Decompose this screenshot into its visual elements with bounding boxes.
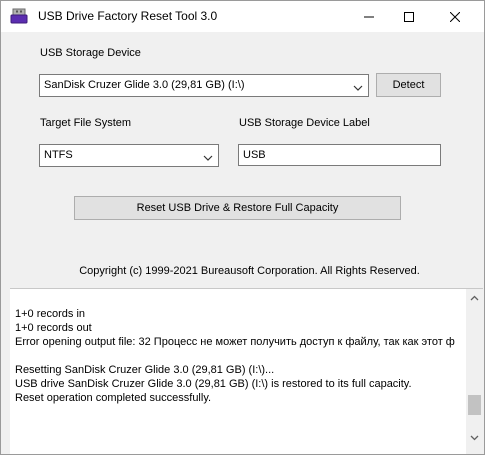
log-line: 1+0 records in	[15, 308, 86, 320]
log-line: USB drive SanDisk Cruzer Glide 3.0 (29,8…	[15, 378, 412, 390]
maximize-icon	[404, 11, 414, 22]
usb-device-select[interactable]: SanDisk Cruzer Glide 3.0 (29,81 GB) (I:\…	[39, 74, 369, 97]
chevron-down-icon	[470, 435, 479, 440]
detect-button-label: Detect	[392, 79, 425, 91]
usb-device-label: USB Storage Device	[40, 47, 141, 59]
close-button[interactable]	[432, 1, 478, 32]
window-title: USB Drive Factory Reset Tool 3.0	[38, 9, 218, 23]
file-system-label: Target File System	[40, 117, 132, 129]
chevron-down-icon	[203, 152, 213, 164]
minimize-icon	[364, 16, 374, 17]
log-output[interactable]: 1+0 records in 1+0 records out Error ope…	[10, 288, 483, 454]
log-lines: 1+0 records in 1+0 records out Error ope…	[15, 307, 457, 405]
log-line: Resetting SanDisk Cruzer Glide 3.0 (29,8…	[15, 364, 275, 376]
scrollbar-thumb[interactable]	[468, 395, 481, 415]
log-line: 1+0 records out	[15, 322, 92, 334]
file-system-selected-value: NTFS	[44, 149, 73, 161]
chevron-down-icon	[353, 82, 363, 94]
log-scrollbar[interactable]	[466, 289, 483, 454]
app-window: USB Drive Factory Reset Tool 3.0 USB Sto…	[0, 0, 485, 455]
file-system-select[interactable]: NTFS	[39, 144, 219, 167]
reset-usb-button-label: Reset USB Drive & Restore Full Capacity	[136, 202, 339, 214]
device-label-caption: USB Storage Device Label	[239, 117, 370, 129]
log-line: Reset operation completed successfully.	[15, 392, 212, 404]
reset-usb-button[interactable]: Reset USB Drive & Restore Full Capacity	[74, 196, 401, 220]
detect-button[interactable]: Detect	[376, 73, 441, 97]
maximize-button[interactable]	[386, 1, 432, 32]
chevron-up-icon	[470, 295, 479, 300]
title-bar[interactable]: USB Drive Factory Reset Tool 3.0	[1, 1, 484, 32]
close-icon	[450, 11, 460, 22]
copyright-text: Copyright (c) 1999-2021 Bureausoft Corpo…	[79, 265, 420, 277]
usb-drive-app-icon	[10, 8, 28, 24]
scroll-down-button[interactable]	[466, 429, 483, 446]
device-label-input[interactable]: USB	[238, 144, 441, 166]
scroll-up-button[interactable]	[466, 289, 483, 306]
device-label-value: USB	[243, 149, 266, 161]
usb-device-selected-value: SanDisk Cruzer Glide 3.0 (29,81 GB) (I:\…	[44, 79, 245, 91]
log-line: Error opening output file: 32 Процесс не…	[15, 336, 455, 348]
